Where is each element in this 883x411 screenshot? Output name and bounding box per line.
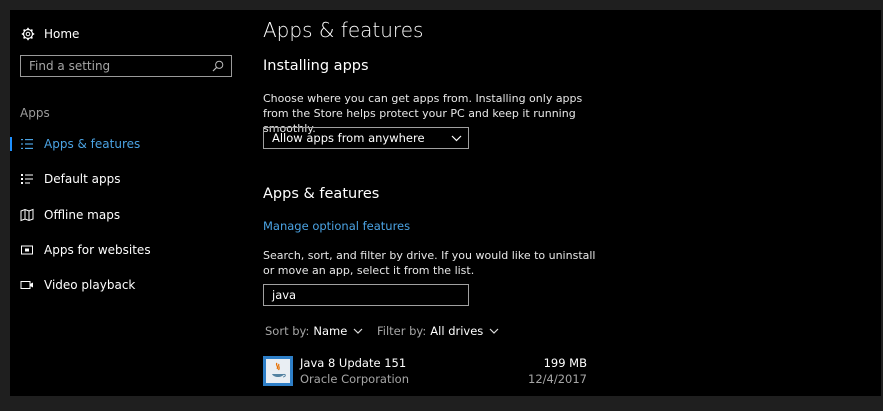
web-apps-icon bbox=[20, 243, 34, 257]
home-label: Home bbox=[44, 27, 80, 41]
installing-apps-heading: Installing apps bbox=[263, 58, 369, 74]
sidebar-item-label: Apps for websites bbox=[44, 243, 151, 257]
app-install-date: 12/4/2017 bbox=[528, 372, 587, 386]
list-icon bbox=[20, 137, 34, 151]
map-icon bbox=[20, 208, 34, 222]
app-search-input[interactable]: java bbox=[263, 284, 469, 306]
app-list-item[interactable]: Java 8 Update 151 Oracle Corporation 199… bbox=[263, 354, 593, 388]
default-apps-icon bbox=[20, 172, 34, 186]
page-title: Apps & features bbox=[263, 18, 424, 42]
chevron-down-icon bbox=[451, 131, 462, 145]
search-placeholder: Find a setting bbox=[29, 59, 111, 73]
sidebar-item-label: Offline maps bbox=[44, 208, 121, 222]
filter-by-dropdown[interactable]: Filter by: All drives bbox=[377, 324, 499, 338]
sort-by-dropdown[interactable]: Sort by: Name bbox=[265, 324, 363, 338]
app-name: Java 8 Update 151 bbox=[300, 356, 407, 370]
filter-label: Filter by: bbox=[377, 324, 427, 338]
sidebar: Home Find a setting Apps Apps & features… bbox=[10, 10, 246, 396]
manage-optional-features-link[interactable]: Manage optional features bbox=[263, 219, 410, 233]
app-size: 199 MB bbox=[543, 356, 587, 370]
sidebar-item-offline-maps[interactable]: Offline maps bbox=[10, 202, 246, 228]
app-source-dropdown[interactable]: Allow apps from anywhere bbox=[263, 127, 469, 149]
sidebar-item-label: Default apps bbox=[44, 172, 121, 186]
sidebar-item-label: Apps & features bbox=[44, 137, 141, 151]
filter-value: All drives bbox=[430, 324, 484, 338]
sidebar-item-video-playback[interactable]: Video playback bbox=[10, 272, 246, 298]
chevron-down-icon bbox=[353, 328, 363, 334]
sort-label: Sort by: bbox=[265, 324, 310, 338]
sidebar-item-label: Video playback bbox=[44, 278, 136, 292]
sidebar-item-apps-features[interactable]: Apps & features bbox=[10, 131, 246, 157]
main-content: Apps & features Installing apps Choose w… bbox=[263, 10, 863, 396]
video-icon bbox=[20, 278, 34, 292]
settings-window: Home Find a setting Apps Apps & features… bbox=[10, 10, 881, 396]
search-input-value: java bbox=[272, 288, 297, 302]
dropdown-value: Allow apps from anywhere bbox=[272, 131, 425, 145]
apps-features-heading: Apps & features bbox=[263, 186, 380, 202]
gear-icon bbox=[20, 26, 36, 42]
sidebar-item-default-apps[interactable]: Default apps bbox=[10, 166, 246, 192]
app-publisher: Oracle Corporation bbox=[300, 372, 410, 386]
find-setting-search[interactable]: Find a setting bbox=[20, 55, 232, 77]
search-icon[interactable] bbox=[211, 59, 225, 73]
home-link[interactable]: Home bbox=[20, 24, 79, 44]
apps-list-description: Search, sort, and filter by drive. If yo… bbox=[263, 249, 596, 277]
sort-value: Name bbox=[313, 324, 348, 338]
sidebar-item-apps-for-websites[interactable]: Apps for websites bbox=[10, 237, 246, 263]
sidebar-section-title: Apps bbox=[20, 106, 50, 120]
java-icon bbox=[263, 356, 293, 386]
chevron-down-icon bbox=[489, 328, 499, 334]
